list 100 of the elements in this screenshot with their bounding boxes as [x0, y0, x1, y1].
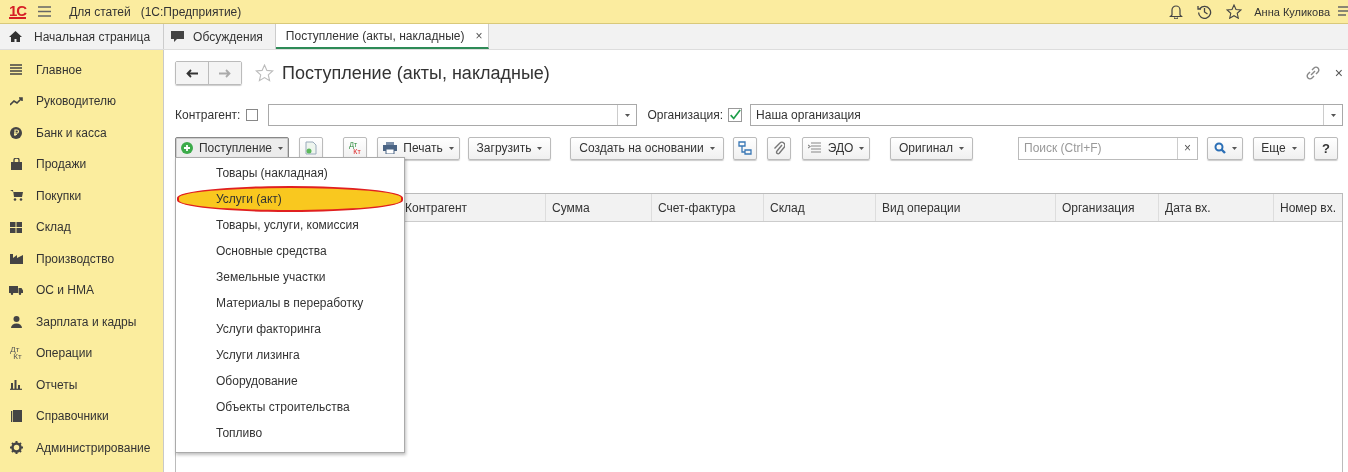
- paperclip-icon: [773, 141, 785, 155]
- menu-button[interactable]: Создать на основании: [570, 136, 724, 160]
- column-header[interactable]: Счет-фактура: [651, 194, 763, 221]
- column-header[interactable]: Номер вх.: [1273, 194, 1342, 221]
- caret-icon: [859, 146, 865, 150]
- back-button[interactable]: [176, 62, 208, 84]
- help-button[interactable]: ?: [1314, 136, 1338, 160]
- user-name[interactable]: Анна Куликова: [1254, 5, 1330, 18]
- tab[interactable]: Начальная страница: [0, 24, 165, 49]
- list-arrows-icon: [807, 142, 822, 154]
- sidebar-item[interactable]: Банк и касса: [36, 125, 107, 140]
- ruble-coin-icon: [10, 126, 22, 139]
- truck-icon: [9, 285, 23, 295]
- star-icon[interactable]: [1226, 4, 1243, 19]
- toolbar-button[interactable]: [733, 136, 757, 160]
- app-logo: 1С: [9, 4, 27, 19]
- sidebar-item[interactable]: Операции: [36, 346, 93, 361]
- menu-item[interactable]: Оборудование: [176, 368, 404, 394]
- sidebar-item[interactable]: Покупки: [36, 188, 82, 203]
- star-icon[interactable]: [255, 64, 274, 82]
- toolbar-button[interactable]: [767, 136, 791, 160]
- sidebar-item[interactable]: Администрирование: [36, 440, 151, 455]
- cart-icon: [9, 190, 23, 202]
- close-button[interactable]: ×: [1334, 65, 1343, 81]
- trend-icon: [9, 96, 23, 106]
- menu-item[interactable]: Услуги (акт): [177, 186, 403, 212]
- sidebar-item[interactable]: Склад: [36, 220, 71, 235]
- search-icon: [1213, 142, 1226, 154]
- form-title: Поступление (акты, накладные): [282, 62, 550, 84]
- printer-icon: [383, 142, 398, 154]
- person-icon: [10, 315, 22, 328]
- menu-item[interactable]: Основные средства: [176, 238, 404, 264]
- menu-button[interactable]: ЭДО: [802, 136, 870, 160]
- menu-icon[interactable]: [38, 6, 52, 17]
- caret-icon: [959, 146, 965, 150]
- counterparty-field[interactable]: [268, 104, 638, 126]
- plus-icon: [180, 142, 193, 154]
- menu-item[interactable]: Услуги лизинга: [176, 342, 404, 368]
- sidebar-item[interactable]: Справочники: [36, 409, 109, 424]
- gear-icon: [9, 441, 23, 455]
- speech-bubble-icon: [171, 30, 185, 43]
- sidebar-item[interactable]: Отчеты: [36, 377, 78, 392]
- close-tab-button[interactable]: ×: [475, 28, 483, 43]
- menu-button[interactable]: Печать: [377, 136, 460, 160]
- grid-icon: [10, 221, 22, 233]
- caret-icon: [448, 146, 454, 150]
- caret-icon: [709, 146, 715, 150]
- tab[interactable]: Обсуждения: [164, 24, 276, 49]
- checkbox[interactable]: [728, 108, 743, 122]
- field-label: Организация:: [647, 108, 724, 122]
- menu-item[interactable]: Товары (накладная): [176, 160, 404, 186]
- structure-icon: [738, 141, 752, 155]
- book-icon: [10, 410, 22, 423]
- column-header[interactable]: Организация: [1055, 194, 1158, 221]
- back-arrow-icon: [186, 68, 198, 78]
- caret-icon: [1291, 146, 1297, 150]
- menu-button[interactable]: Оригинал: [890, 136, 973, 160]
- bar-chart-icon: [10, 379, 22, 390]
- home-icon: [9, 31, 22, 42]
- debit-credit-icon: Дт Кт: [10, 346, 22, 361]
- tab[interactable]: Поступление (акты, накладные) ×: [275, 24, 490, 49]
- column-header[interactable]: Дата вх.: [1158, 194, 1273, 221]
- copy-document-icon: [305, 141, 317, 155]
- bag-icon: [10, 158, 22, 171]
- field-label: Контрагент:: [175, 108, 241, 122]
- search-button[interactable]: [1207, 136, 1243, 160]
- sidebar-item[interactable]: Главное: [36, 62, 82, 77]
- organization-field[interactable]: Наша организация: [750, 104, 1343, 126]
- caret-icon: [537, 146, 543, 150]
- sidebar-item[interactable]: Руководителю: [36, 94, 117, 109]
- link-icon[interactable]: [1304, 65, 1321, 81]
- sidebar-item[interactable]: ОС и НМА: [36, 283, 95, 298]
- column-header[interactable]: Сумма: [545, 194, 651, 221]
- menu-button[interactable]: Еще: [1253, 136, 1305, 160]
- menu-item[interactable]: Материалы в переработку: [176, 290, 404, 316]
- sidebar-item[interactable]: Зарплата и кадры: [36, 314, 137, 329]
- bell-icon[interactable]: [1169, 4, 1184, 19]
- create-button[interactable]: Поступление: [175, 136, 289, 160]
- caret-icon: [1330, 113, 1336, 117]
- forward-arrow-icon: [219, 68, 231, 78]
- toolbar-button[interactable]: [299, 136, 323, 160]
- list-icon: [10, 64, 22, 76]
- sidebar-item[interactable]: Производство: [36, 251, 115, 266]
- column-header[interactable]: Вид операции: [875, 194, 1055, 221]
- window-title: Для статей (1С:Предприятие): [69, 4, 242, 19]
- caret-icon: [624, 113, 630, 117]
- menu-item[interactable]: Земельные участки: [176, 264, 404, 290]
- column-header[interactable]: Склад: [763, 194, 875, 221]
- search-field[interactable]: Поиск (Ctrl+F) ×: [1018, 136, 1198, 160]
- clear-button[interactable]: ×: [1177, 137, 1197, 159]
- caret-icon: [1231, 146, 1237, 150]
- menu-item[interactable]: Топливо: [176, 420, 404, 446]
- checkbox[interactable]: [246, 109, 259, 121]
- menu-icon[interactable]: [1338, 5, 1348, 18]
- menu-item[interactable]: Объекты строительства: [176, 394, 404, 420]
- menu-item[interactable]: Услуги факторинга: [176, 316, 404, 342]
- menu-button[interactable]: Загрузить: [468, 136, 551, 160]
- factory-icon: [9, 253, 23, 265]
- sidebar-item[interactable]: Продажи: [36, 157, 87, 172]
- history-icon[interactable]: [1197, 4, 1213, 19]
